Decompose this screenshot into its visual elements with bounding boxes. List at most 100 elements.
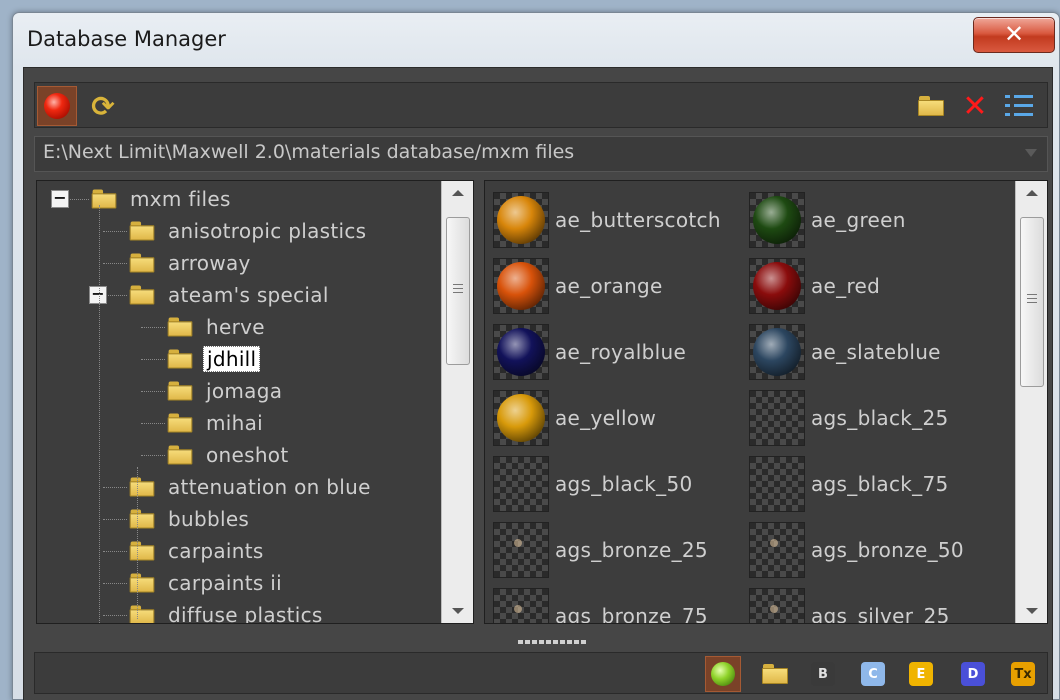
- material-item[interactable]: ags_bronze_25: [493, 521, 708, 579]
- splitter-grip[interactable]: [518, 640, 586, 644]
- chevron-down-icon: [1025, 149, 1037, 157]
- material-item[interactable]: ae_yellow: [493, 389, 656, 447]
- folder-icon: [129, 253, 155, 273]
- collapse-toggle[interactable]: −: [51, 190, 69, 208]
- list-view-icon: [1005, 92, 1033, 120]
- b-tile-button[interactable]: B: [805, 656, 841, 692]
- tree-item[interactable]: oneshot: [167, 439, 292, 471]
- tree-item[interactable]: carpaints ii: [129, 567, 285, 599]
- tree-item-label: carpaints ii: [168, 571, 282, 595]
- tree-scrollbar[interactable]: [441, 181, 473, 623]
- record-button[interactable]: [37, 86, 77, 126]
- material-label: ae_royalblue: [555, 340, 687, 364]
- material-label: ags_bronze_25: [555, 538, 708, 562]
- scroll-up-button[interactable]: [1016, 181, 1047, 205]
- scroll-thumb[interactable]: [446, 217, 470, 365]
- folder-icon: [167, 349, 193, 369]
- material-item[interactable]: ae_slateblue: [749, 323, 941, 381]
- material-thumbnail: [749, 192, 805, 248]
- tree-item-label: jomaga: [206, 379, 283, 403]
- tree-item[interactable]: mxm files: [91, 183, 234, 215]
- red-record-icon: [44, 93, 70, 119]
- material-item[interactable]: ae_orange: [493, 257, 663, 315]
- material-label: ae_yellow: [555, 406, 657, 430]
- tree-item[interactable]: bubbles: [129, 503, 252, 535]
- tree-item[interactable]: herve: [167, 311, 268, 343]
- material-thumbnail: [493, 522, 549, 578]
- tx-tile-button[interactable]: Tx: [1005, 656, 1041, 692]
- tree-item[interactable]: diffuse plastics: [129, 599, 326, 624]
- material-thumbnail: [749, 390, 805, 446]
- scroll-down-button[interactable]: [442, 599, 473, 623]
- material-item[interactable]: ags_black_25: [749, 389, 949, 447]
- tree-item-label: mxm files: [130, 187, 231, 211]
- materials-scrollbar[interactable]: [1015, 181, 1047, 623]
- material-label: ags_black_25: [811, 406, 949, 430]
- material-label: ae_orange: [555, 274, 663, 298]
- scroll-down-button[interactable]: [1016, 599, 1047, 623]
- material-label: ags_bronze_50: [811, 538, 964, 562]
- tree-item-label: ateam's special: [168, 283, 329, 307]
- tree-item-label: arroway: [168, 251, 251, 275]
- material-item[interactable]: ae_butterscotch: [493, 191, 721, 249]
- close-button[interactable]: ✕: [973, 17, 1055, 53]
- tree-item[interactable]: jdhill: [167, 343, 261, 375]
- material-thumbnail: [493, 390, 549, 446]
- folder-icon: [129, 509, 155, 529]
- folder-tree: mxm files − anisotropic plastics arroway ate…: [36, 180, 474, 624]
- d-tile-button[interactable]: D: [955, 656, 991, 692]
- tree-item[interactable]: mihai: [167, 407, 266, 439]
- window-title: Database Manager: [27, 27, 226, 51]
- database-manager-window: Database Manager ✕ ⟳ ✕ E:\Next Limit\Max…: [12, 12, 1060, 700]
- c-tile-button[interactable]: C: [855, 656, 891, 692]
- material-label: ags_bronze_75: [555, 604, 708, 624]
- delete-button[interactable]: ✕: [955, 86, 995, 126]
- folder-icon: [91, 189, 117, 209]
- material-thumbnail: [749, 456, 805, 512]
- material-item[interactable]: ags_bronze_75: [493, 587, 708, 624]
- material-thumbnail: [749, 522, 805, 578]
- path-dropdown[interactable]: E:\Next Limit\Maxwell 2.0\materials data…: [34, 136, 1048, 172]
- material-ball-icon: [711, 662, 735, 686]
- material-thumbnail: [749, 324, 805, 380]
- scroll-up-button[interactable]: [442, 181, 473, 205]
- path-value: E:\Next Limit\Maxwell 2.0\materials data…: [43, 141, 575, 163]
- title-bar[interactable]: Database Manager ✕: [13, 13, 1059, 65]
- e-tile-button[interactable]: E: [903, 656, 939, 692]
- material-item[interactable]: ae_royalblue: [493, 323, 686, 381]
- folder-icon: [167, 317, 193, 337]
- tree-item-label: diffuse plastics: [168, 603, 323, 624]
- material-item[interactable]: ae_red: [749, 257, 880, 315]
- materials-grid: ae_butterscotch ae_green ae_orange ae_redae…: [484, 180, 1048, 624]
- material-label: ags_black_75: [811, 472, 949, 496]
- tree-item[interactable]: ateam's special: [129, 279, 332, 311]
- tree-item[interactable]: anisotropic plastics: [129, 215, 369, 247]
- tree-item-label: herve: [206, 315, 265, 339]
- material-item[interactable]: ags_silver_25: [749, 587, 950, 623]
- collapse-toggle[interactable]: −: [89, 286, 107, 304]
- scroll-thumb[interactable]: [1020, 217, 1044, 387]
- folder-button[interactable]: [757, 656, 793, 692]
- list-view-button[interactable]: [999, 86, 1039, 126]
- toolbar: ⟳ ✕: [34, 82, 1048, 128]
- tree-item-label: mihai: [206, 411, 264, 435]
- open-folder-button[interactable]: [911, 86, 951, 126]
- delete-icon: ✕: [962, 88, 988, 124]
- material-item[interactable]: ags_black_75: [749, 455, 949, 513]
- material-ball-button[interactable]: [705, 656, 741, 692]
- material-item[interactable]: ae_green: [749, 191, 906, 249]
- tree-item-label: anisotropic plastics: [168, 219, 367, 243]
- material-item[interactable]: ags_black_50: [493, 455, 693, 513]
- tree-item-label: oneshot: [206, 443, 289, 467]
- tree-item[interactable]: arroway: [129, 247, 254, 279]
- material-thumbnail: [493, 324, 549, 380]
- folder-icon: [762, 664, 788, 684]
- material-item[interactable]: ags_bronze_50: [749, 521, 964, 579]
- tree-item[interactable]: jomaga: [167, 375, 285, 407]
- b-tile-icon: B: [811, 662, 835, 686]
- tree-item[interactable]: attenuation on blue: [129, 471, 374, 503]
- material-thumbnail: [749, 588, 805, 623]
- tree-item[interactable]: carpaints: [129, 535, 267, 567]
- material-thumbnail: [749, 258, 805, 314]
- refresh-button[interactable]: ⟳: [83, 86, 123, 126]
